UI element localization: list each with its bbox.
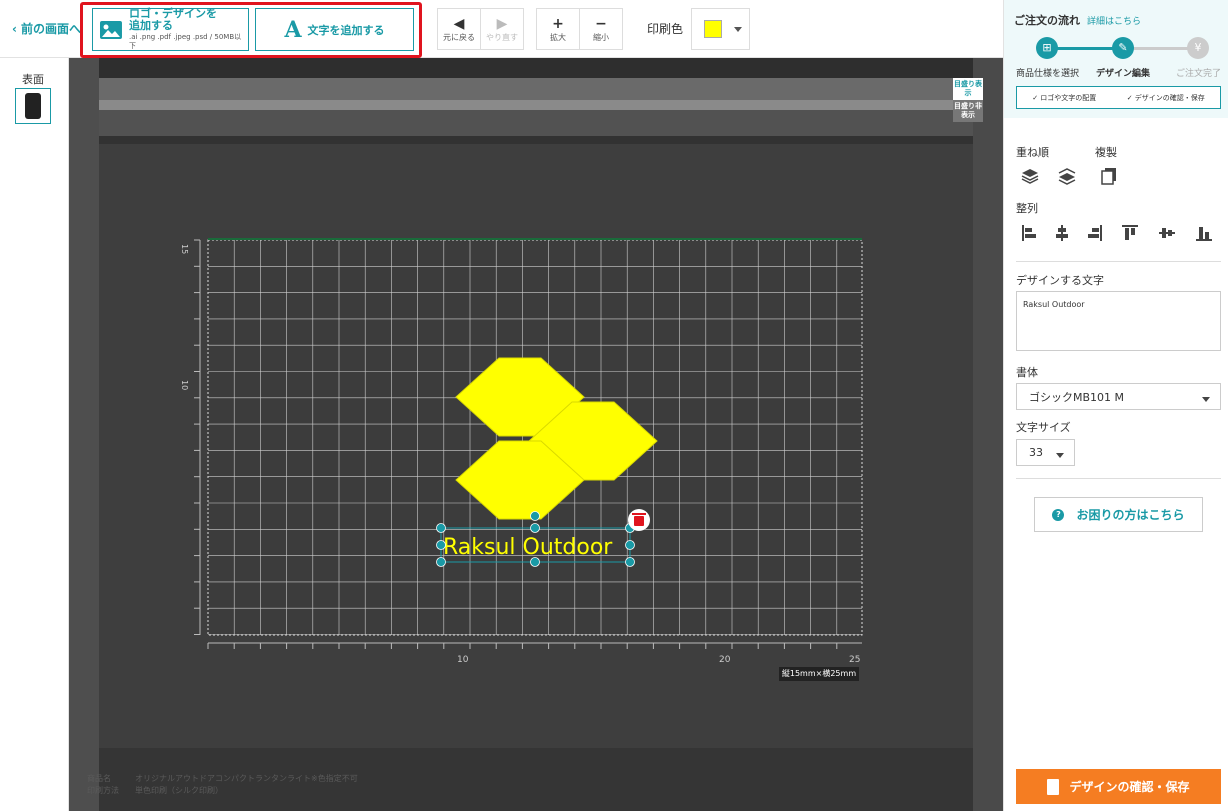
zoom-in-label: 拡大 — [550, 32, 566, 42]
ruler-y-label: 10 — [180, 380, 189, 390]
align-right-icon[interactable] — [1084, 223, 1104, 243]
ruler-y-label: 15 — [180, 244, 189, 254]
send-backward-icon[interactable] — [1057, 166, 1077, 186]
align-label: 整列 — [1016, 202, 1038, 215]
edit-panel: ご注文の流れ 詳細はこちら ⊞ ✎ ¥ 商品仕様を選択 デザイン編集 ご注文完了… — [1003, 0, 1228, 811]
yen-icon: ¥ — [1187, 37, 1209, 59]
image-icon — [99, 20, 122, 39]
toolbar: ‹ 前の画面へ ロゴ・デザインを追加する .ai .png .pdf .jpeg … — [0, 0, 1003, 58]
triangle-right-icon: ▶ — [496, 15, 508, 32]
face-label: 表面 — [22, 73, 44, 86]
resize-handle — [625, 540, 635, 550]
ruler-x-label: 10 — [457, 655, 469, 665]
caret-down-icon — [734, 26, 742, 32]
resize-handle — [530, 511, 540, 521]
resize-handle — [530, 557, 540, 567]
add-text-label: 文字を追加する — [307, 23, 385, 37]
step-label: ご注文完了 — [1176, 69, 1222, 79]
ruler-x-label: 20 — [719, 655, 731, 665]
resize-handle — [530, 523, 540, 533]
help-button[interactable]: ? お困りの方はこちら — [1034, 497, 1203, 532]
undo-button[interactable]: ◀ 元に戻る — [437, 8, 481, 50]
size-value: 33 — [1029, 446, 1043, 459]
resize-handle — [436, 523, 446, 533]
order-flow: ご注文の流れ 詳細はこちら ⊞ ✎ ¥ 商品仕様を選択 デザイン編集 ご注文完了… — [1004, 0, 1228, 118]
document-icon — [1047, 778, 1060, 795]
step-chips: ✓ ロゴや文字の配置 ✓ デザインの確認・保存 — [1016, 86, 1221, 109]
redo-button[interactable]: ▶ やり直す — [480, 8, 524, 50]
chevron-left-icon: ‹ — [12, 22, 17, 36]
plus-icon: + — [552, 15, 564, 32]
delete-button[interactable] — [628, 509, 650, 531]
design-canvas[interactable]: 目盛り表示 目盛り非表示 15 10 10 20 25 Raksul Outdoor 縦… — [69, 58, 1003, 811]
method-value: 単色印刷（シルク印刷） — [135, 786, 223, 795]
print-area: 15 10 10 20 25 Raksul Outdoor — [180, 238, 863, 665]
print-color-label: 印刷色 — [647, 22, 684, 36]
face-sidebar: 表面 — [0, 58, 69, 811]
zoom-in-button[interactable]: + 拡大 — [536, 8, 580, 50]
font-label: 書体 — [1016, 366, 1038, 379]
align-middle-icon[interactable] — [1157, 223, 1177, 243]
size-badge: 縦15mm×横25mm — [779, 667, 859, 681]
size-select[interactable]: 33 — [1016, 439, 1075, 466]
triangle-left-icon: ◀ — [453, 15, 465, 32]
divider — [1016, 261, 1221, 262]
add-text-button[interactable]: A 文字を追加する — [255, 8, 414, 51]
product-info: 商品名 オリジナルアウトドアコンパクトランタンライト※色指定不可 印刷方法 単色印刷… — [87, 773, 358, 797]
copy-icon[interactable] — [1099, 166, 1119, 186]
duplicate-label: 複製 — [1095, 146, 1117, 159]
minus-icon: − — [595, 15, 607, 32]
font-select[interactable]: ゴシックMB101 M — [1016, 383, 1221, 410]
gift-icon: ⊞ — [1036, 37, 1058, 59]
method-key: 印刷方法 — [87, 786, 119, 795]
text-label: デザインする文字 — [1016, 274, 1104, 287]
align-left-icon[interactable] — [1020, 223, 1040, 243]
color-swatch — [704, 20, 722, 38]
add-logo-title: ロゴ・デザインを追加する — [128, 7, 217, 32]
help-label: お困りの方はこちら — [1076, 508, 1185, 522]
back-link[interactable]: ‹ 前の画面へ — [12, 20, 81, 37]
chip: ✓ ロゴや文字の配置 — [1032, 93, 1097, 102]
design-text[interactable]: Raksul Outdoor — [443, 535, 613, 560]
product-value: オリジナルアウトドアコンパクトランタンライト※色指定不可 — [135, 774, 358, 783]
align-top-icon[interactable] — [1120, 223, 1140, 243]
flow-title: ご注文の流れ — [1014, 14, 1080, 27]
align-center-icon[interactable] — [1052, 223, 1072, 243]
font-value: ゴシックMB101 M — [1029, 390, 1125, 404]
caret-down-icon — [1202, 397, 1210, 402]
size-label: 文字サイズ — [1016, 421, 1071, 434]
caret-down-icon — [1056, 453, 1064, 458]
add-logo-button[interactable]: ロゴ・デザインを追加する .ai .png .pdf .jpeg .psd / … — [92, 8, 249, 51]
text-icon: A — [284, 16, 302, 43]
add-logo-formats: .ai .png .pdf .jpeg .psd / 50MB以下 — [128, 33, 242, 50]
step-label: 商品仕様を選択 — [1016, 69, 1080, 79]
order-label: 重ね順 — [1016, 146, 1049, 159]
trash-icon — [634, 516, 644, 526]
save-button[interactable]: デザインの確認・保存 — [1016, 769, 1221, 804]
flow-detail-link[interactable]: 詳細はこちら — [1087, 14, 1141, 27]
resize-handle — [436, 540, 446, 550]
back-label: 前の画面へ — [20, 22, 81, 36]
question-icon: ? — [1052, 508, 1065, 521]
divider — [1016, 478, 1221, 479]
align-bottom-icon[interactable] — [1194, 223, 1214, 243]
ruler-x-label: 25 — [849, 655, 860, 665]
redo-label: やり直す — [486, 32, 518, 42]
print-color-select[interactable] — [691, 8, 750, 50]
bring-forward-icon[interactable] — [1020, 166, 1040, 186]
design-text-input[interactable]: Raksul Outdoor — [1016, 291, 1221, 351]
face-thumbnail[interactable] — [15, 88, 51, 124]
resize-handle — [436, 557, 446, 567]
zoom-out-button[interactable]: − 縮小 — [579, 8, 623, 50]
pencil-icon: ✎ — [1112, 37, 1134, 59]
zoom-out-label: 縮小 — [593, 32, 609, 42]
save-label: デザインの確認・保存 — [1069, 780, 1190, 794]
undo-label: 元に戻る — [443, 32, 475, 42]
step-label: デザイン編集 — [1096, 69, 1151, 79]
resize-handle — [625, 557, 635, 567]
product-key: 商品名 — [87, 774, 111, 783]
product-thumb-icon — [25, 93, 41, 119]
chip: ✓ デザインの確認・保存 — [1126, 93, 1205, 102]
